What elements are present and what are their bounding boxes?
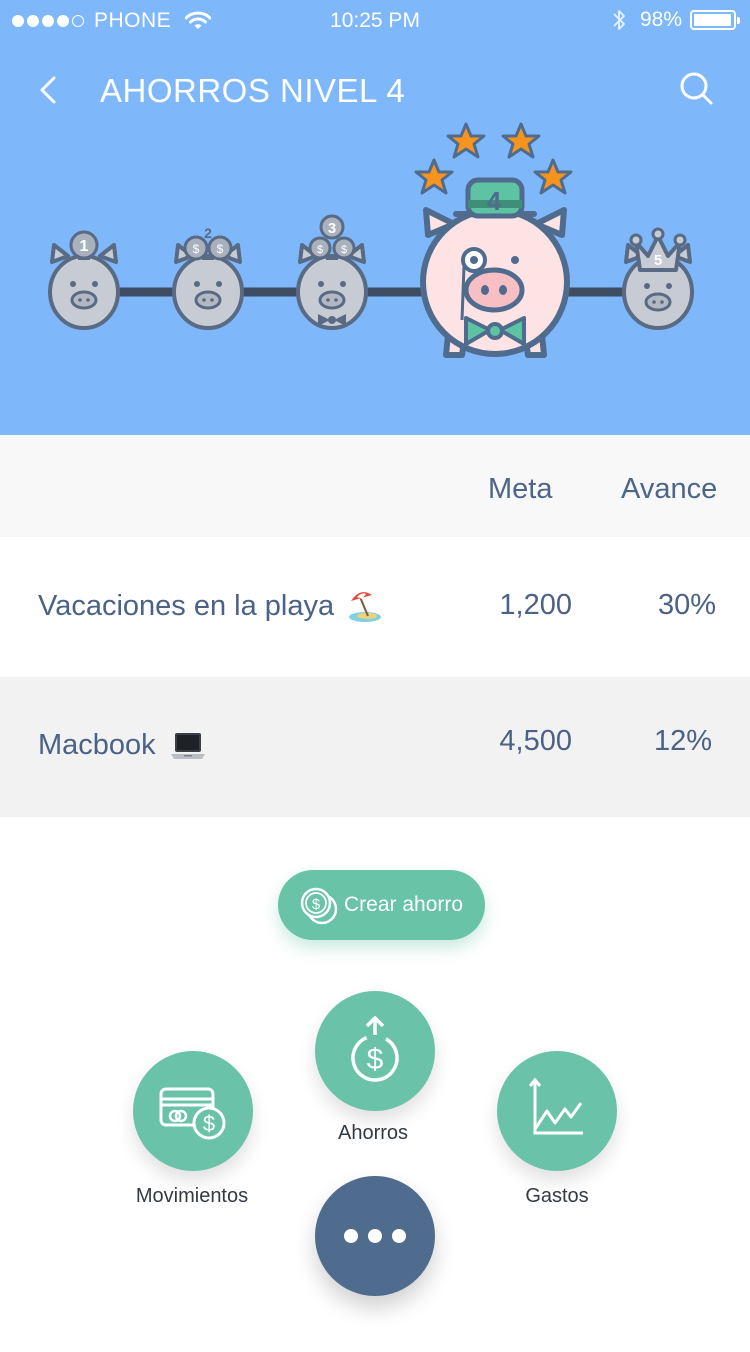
- badge-label: 5: [654, 252, 662, 269]
- status-bar: PHONE 10:25 PM 98%: [0, 0, 750, 42]
- svg-text:$: $: [367, 1043, 384, 1076]
- search-icon[interactable]: [676, 68, 716, 108]
- svg-text:$: $: [203, 1111, 215, 1136]
- page-title: AHORROS NIVEL 4: [100, 72, 406, 109]
- more-menu-button[interactable]: [315, 1176, 435, 1296]
- header-hero: PHONE 10:25 PM 98% AHORROS NIVEL 4 1 $ $…: [0, 0, 750, 435]
- line-chart-icon: [528, 1077, 583, 1135]
- gastos-label: Gastos: [525, 1185, 589, 1207]
- star-icon: [501, 122, 541, 159]
- svg-text:$: $: [193, 242, 200, 256]
- goal-name-text: Macbook: [38, 729, 156, 761]
- svg-text:$: $: [317, 244, 323, 256]
- goal-name: Macbook: [38, 729, 206, 762]
- battery-percent: 98%: [639, 8, 682, 31]
- bluetooth-icon: [613, 10, 625, 30]
- table-row[interactable]: Macbook 4,500 12%: [0, 677, 750, 817]
- more-dots-icon: [339, 1229, 411, 1243]
- crown-icon: 5: [629, 227, 687, 272]
- credit-card-icon: $: [159, 1087, 226, 1140]
- table-row[interactable]: Vacaciones en la playa 1,200 30%: [0, 537, 750, 677]
- top-hat-icon: 4: [453, 177, 537, 219]
- coin-badge-3: $ $ 3: [308, 214, 356, 260]
- badge-label: 1: [80, 238, 89, 255]
- beach-umbrella-icon: [348, 589, 382, 623]
- pig-level-3-icon: [296, 243, 368, 330]
- column-avance: Avance: [621, 473, 718, 505]
- goal-meta: 4,500: [499, 725, 572, 757]
- table-header: Meta Avance: [0, 435, 750, 537]
- chevron-left-icon[interactable]: [32, 70, 72, 110]
- pig-level-4-icon: [420, 207, 570, 358]
- ahorros-label: Ahorros: [337, 1122, 409, 1144]
- coins-icon: $: [300, 887, 338, 925]
- coin-badge-1: 1: [69, 230, 99, 260]
- goal-progress: 12%: [653, 725, 712, 757]
- create-savings-button[interactable]: $ Crear ahorro: [278, 870, 485, 940]
- star-icon: [533, 158, 573, 195]
- badge-label: 3: [328, 220, 336, 237]
- goal-progress: 30%: [657, 589, 716, 621]
- svg-text:$: $: [312, 896, 321, 913]
- savings-growth-icon: $: [351, 1016, 399, 1082]
- svg-text:$: $: [217, 242, 224, 256]
- column-meta: Meta: [488, 473, 553, 505]
- movimientos-label: Movimientos: [135, 1185, 249, 1207]
- badge-label: 2: [204, 225, 212, 241]
- battery-icon: [690, 10, 740, 30]
- star-icon: [446, 122, 486, 159]
- gastos-button[interactable]: [497, 1051, 617, 1171]
- create-savings-label: Crear ahorro: [344, 893, 464, 916]
- star-icon: [414, 158, 454, 195]
- movimientos-button[interactable]: $: [133, 1051, 253, 1171]
- goal-name: Vacaciones en la playa: [38, 589, 382, 623]
- ahorros-button[interactable]: $: [315, 991, 435, 1111]
- badge-label: 4: [487, 186, 502, 216]
- coin-badge-2: $ $ 2: [183, 225, 233, 261]
- goal-name-text: Vacaciones en la playa: [38, 589, 335, 622]
- battery-fill: [694, 14, 732, 26]
- pig-level-2-icon: [172, 243, 244, 330]
- svg-text:$: $: [341, 244, 347, 256]
- goal-meta: 1,200: [499, 589, 572, 621]
- battery-area: 98%: [612, 8, 740, 32]
- laptop-icon: [170, 730, 206, 762]
- savings-level-track: 1 $ $ 2 $ $ 3 4 5: [48, 122, 694, 358]
